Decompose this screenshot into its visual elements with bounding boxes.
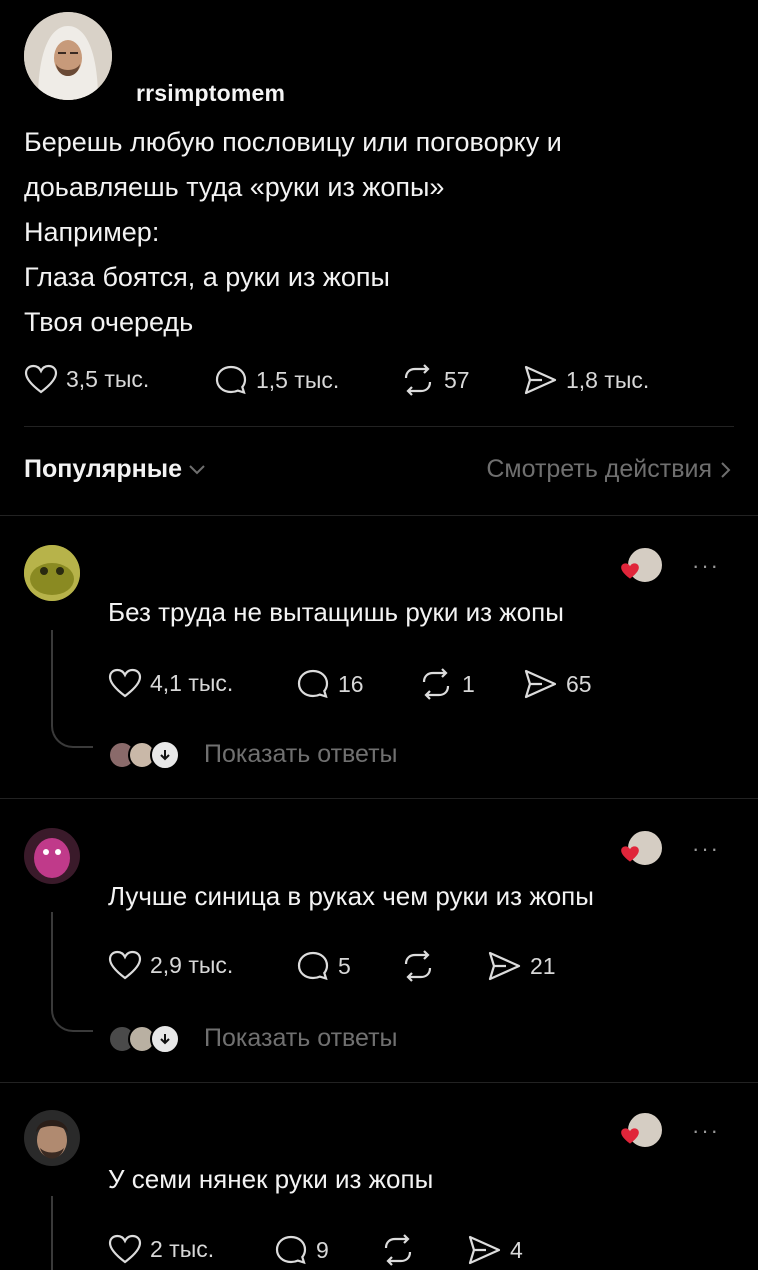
- comment-count: 16: [338, 670, 364, 697]
- heart-icon: [108, 1234, 142, 1264]
- more-options-button[interactable]: ···: [692, 1118, 720, 1144]
- post-body: Берешь любую пословицу или поговорку и д…: [24, 120, 724, 345]
- repost-button[interactable]: 57: [400, 364, 470, 396]
- author-username[interactable]: rrsimptomem: [136, 80, 285, 107]
- comment-count: 5: [338, 952, 351, 979]
- divider: [24, 426, 734, 427]
- reply-avatar[interactable]: [24, 545, 80, 601]
- post-line: Твоя очередь: [24, 307, 194, 337]
- share-button[interactable]: 1,8 тыс.: [522, 364, 649, 396]
- sort-label: Популярные: [24, 455, 183, 483]
- comment-icon: [215, 365, 247, 395]
- comment-count: 9: [316, 1236, 329, 1263]
- repost-count: 1: [462, 670, 475, 697]
- comment-count: 1,5 тыс.: [256, 366, 340, 393]
- like-count: 4,1 тыс.: [150, 669, 234, 696]
- send-icon: [488, 951, 521, 981]
- comment-button[interactable]: 1,5 тыс.: [214, 364, 339, 396]
- share-count: 65: [566, 670, 592, 697]
- sort-dropdown[interactable]: Популярные: [24, 455, 206, 484]
- author-avatar[interactable]: [24, 12, 112, 100]
- share-button[interactable]: 65: [522, 668, 592, 700]
- comment-icon: [275, 1235, 307, 1265]
- reply-avatar[interactable]: [24, 1110, 80, 1166]
- heart-icon: [621, 1128, 639, 1144]
- send-icon: [524, 669, 557, 699]
- repost-count: 57: [444, 366, 470, 393]
- repost-button[interactable]: [400, 950, 436, 982]
- reply-text: У семи нянек руки из жопы: [108, 1164, 434, 1194]
- repost-icon: [404, 950, 432, 982]
- heart-icon: [24, 364, 58, 394]
- repost-icon: [404, 364, 432, 396]
- like-button[interactable]: 4,1 тыс.: [108, 668, 233, 698]
- view-activity-label: Смотреть действия: [486, 455, 712, 483]
- comment-button[interactable]: 16: [296, 668, 364, 700]
- comment-icon: [297, 951, 329, 981]
- repost-button[interactable]: [380, 1234, 416, 1266]
- comment-button[interactable]: 5: [296, 950, 351, 982]
- reply-text: Без труда не вытащишь руки из жопы: [108, 597, 564, 627]
- send-icon: [468, 1235, 501, 1265]
- post-line: Глаза боятся, а руки из жопы: [24, 262, 390, 292]
- share-count: 4: [510, 1236, 523, 1263]
- thread-line: [51, 724, 93, 748]
- share-button[interactable]: 21: [486, 950, 556, 982]
- author-liked-badge: [621, 1111, 664, 1149]
- show-replies-link[interactable]: Показать ответы: [204, 740, 398, 769]
- more-options-button[interactable]: ···: [692, 553, 720, 579]
- replier-avatars[interactable]: [108, 740, 180, 770]
- share-count: 21: [530, 952, 556, 979]
- share-button[interactable]: 4: [466, 1234, 523, 1266]
- comment-icon: [297, 669, 329, 699]
- repost-icon: [384, 1234, 412, 1266]
- more-options-button[interactable]: ···: [692, 836, 720, 862]
- divider: [0, 1082, 758, 1083]
- replier-avatars[interactable]: [108, 1024, 180, 1054]
- comment-button[interactable]: 9: [274, 1234, 329, 1266]
- author-liked-badge: [621, 546, 664, 584]
- thread-line: [51, 630, 53, 726]
- like-count: 2 тыс.: [150, 1235, 215, 1262]
- heart-icon: [108, 668, 142, 698]
- heart-icon: [621, 563, 639, 579]
- arrow-down-icon: [150, 740, 180, 770]
- send-icon: [524, 365, 557, 395]
- like-count: 3,5 тыс.: [66, 365, 150, 392]
- arrow-down-icon: [150, 1024, 180, 1054]
- divider: [0, 515, 758, 516]
- chevron-right-icon: [721, 461, 731, 478]
- like-count: 2,9 тыс.: [150, 951, 234, 978]
- post-line: доьавляешь туда «руки из жопы»: [24, 172, 445, 202]
- share-count: 1,8 тыс.: [566, 366, 650, 393]
- like-button[interactable]: 2,9 тыс.: [108, 950, 233, 980]
- thread-line: [51, 1196, 53, 1270]
- reply-avatar[interactable]: [24, 828, 80, 884]
- post-line: Берешь любую пословицу или поговорку и: [24, 127, 562, 157]
- show-replies-link[interactable]: Показать ответы: [204, 1024, 398, 1053]
- chevron-down-icon: [189, 464, 205, 474]
- reply-text: Лучше синица в руках чем руки из жопы: [108, 881, 594, 911]
- thread-line: [51, 912, 53, 1010]
- post-line: Например:: [24, 217, 160, 247]
- divider: [0, 798, 758, 799]
- heart-icon: [621, 846, 639, 862]
- author-liked-badge: [621, 829, 664, 867]
- repost-icon: [422, 668, 450, 700]
- like-button[interactable]: 3,5 тыс.: [24, 364, 149, 394]
- repost-button[interactable]: 1: [418, 668, 475, 700]
- thread-line: [51, 1008, 93, 1032]
- like-button[interactable]: 2 тыс.: [108, 1234, 214, 1264]
- heart-icon: [108, 950, 142, 980]
- view-activity-link[interactable]: Смотреть действия: [486, 455, 732, 484]
